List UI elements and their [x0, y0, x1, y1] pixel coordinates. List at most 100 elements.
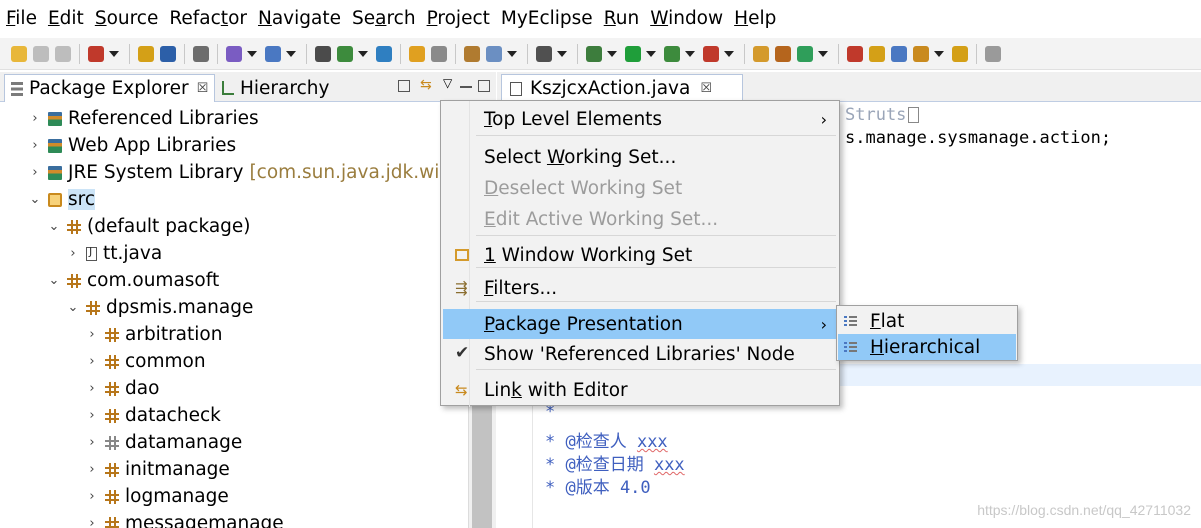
toolbar-button-icon[interactable] [664, 45, 680, 62]
tree-item[interactable]: › messagemanage [85, 510, 284, 528]
tree-item[interactable]: › datacheck [85, 402, 220, 429]
expand-chevron-icon[interactable]: › [85, 354, 99, 369]
link-with-editor-icon[interactable]: ⇆ [420, 77, 432, 93]
menu-run[interactable]: Run [598, 0, 644, 38]
tree-item[interactable]: › JRE System Library [com.sun.java.jdk.win… [28, 159, 468, 186]
menu-file[interactable]: File [0, 0, 42, 38]
close-icon[interactable]: ☒ [700, 81, 712, 96]
toolbar-button-icon[interactable] [847, 45, 863, 62]
expand-chevron-icon[interactable]: › [28, 165, 42, 180]
dropdown-arrow-icon[interactable] [247, 50, 257, 57]
tree-item[interactable]: ⌄ src [28, 186, 96, 213]
tree-item[interactable]: › datamanage [85, 429, 242, 456]
tree-item[interactable]: › tt.java [66, 240, 162, 267]
menu-search[interactable]: Search [346, 0, 421, 38]
submenu-item-flat[interactable]: Flat [838, 308, 1016, 334]
expand-chevron-icon[interactable]: › [28, 111, 42, 126]
maximize-icon[interactable] [478, 80, 490, 92]
tree-item[interactable]: › common [85, 348, 205, 375]
dropdown-arrow-icon[interactable] [646, 50, 656, 57]
toolbar-button-icon[interactable] [226, 45, 242, 62]
tab-kszjcxaction-java[interactable]: KszjcxAction.java ☒ [501, 74, 743, 102]
submenu-item-hierarchical[interactable]: Hierarchical [838, 334, 1016, 360]
toolbar-button-icon[interactable] [265, 45, 281, 62]
toolbar-button-icon[interactable] [55, 45, 71, 62]
toolbar-button-icon[interactable] [193, 45, 209, 62]
expand-chevron-icon[interactable]: › [85, 408, 99, 423]
toolbar-button-icon[interactable] [753, 45, 769, 62]
toolbar-button-icon[interactable] [775, 45, 791, 62]
expand-chevron-icon[interactable]: › [85, 381, 99, 396]
dropdown-arrow-icon[interactable] [934, 50, 944, 57]
toolbar-button-icon[interactable] [797, 45, 813, 62]
collapse-all-icon[interactable] [398, 80, 410, 92]
menu-myeclipse[interactable]: MyEclipse [495, 0, 598, 38]
toolbar-button-icon[interactable] [985, 45, 1001, 62]
tree-item[interactable]: ⌄ com.oumasoft [47, 267, 220, 294]
scrollbar-thumb[interactable] [472, 403, 492, 528]
toolbar-button-icon[interactable] [891, 45, 907, 62]
dropdown-arrow-icon[interactable] [286, 50, 296, 57]
toolbar-button-icon[interactable] [337, 45, 353, 62]
tree-item[interactable]: ⌄ (default package) [47, 213, 251, 240]
menu-help[interactable]: Help [728, 0, 781, 38]
menu-window[interactable]: Window [644, 0, 728, 38]
toolbar-button-icon[interactable] [486, 45, 502, 62]
expand-chevron-icon[interactable]: › [85, 435, 99, 450]
menu-item-show-ref-libs[interactable]: ✔ Show 'Referenced Libraries' Node [443, 340, 837, 368]
expand-chevron-icon[interactable]: › [66, 246, 80, 261]
menu-refactor[interactable]: Refactor [163, 0, 252, 38]
tab-hierarchy[interactable]: Hierarchy [216, 74, 335, 102]
toolbar-button-icon[interactable] [88, 45, 104, 62]
menu-project[interactable]: Project [421, 0, 495, 38]
menu-item-window-ws[interactable]: 1 Window Working Set [443, 241, 837, 269]
menu-item-filters[interactable]: ⇶ Filters... [443, 274, 837, 302]
toolbar-button-icon[interactable] [409, 45, 425, 62]
menu-item-select-ws[interactable]: Select Working Set... [443, 143, 837, 171]
toolbar-button-icon[interactable] [625, 45, 641, 62]
dropdown-arrow-icon[interactable] [109, 50, 119, 57]
collapse-chevron-icon[interactable]: ⌄ [28, 192, 42, 207]
dropdown-arrow-icon[interactable] [607, 50, 617, 57]
expand-chevron-icon[interactable]: › [85, 516, 99, 528]
toolbar-button-icon[interactable] [315, 45, 331, 62]
menu-source[interactable]: Source [89, 0, 164, 38]
view-menu-icon[interactable]: ▽ [443, 76, 455, 90]
collapse-chevron-icon[interactable]: ⌄ [66, 300, 80, 315]
dropdown-arrow-icon[interactable] [685, 50, 695, 57]
minimize-icon[interactable] [460, 86, 472, 88]
toolbar-button-icon[interactable] [160, 45, 176, 62]
toolbar-button-icon[interactable] [138, 45, 154, 62]
collapse-chevron-icon[interactable]: ⌄ [47, 273, 61, 288]
toolbar-button-icon[interactable] [536, 45, 552, 62]
tree-item[interactable]: ⌄ dpsmis.manage [66, 294, 254, 321]
close-icon[interactable]: ☒ [197, 81, 209, 96]
tree-item[interactable]: › Referenced Libraries [28, 105, 258, 132]
expand-chevron-icon[interactable]: › [85, 327, 99, 342]
tree-item[interactable]: › initmanage [85, 456, 229, 483]
toolbar-button-icon[interactable] [464, 45, 480, 62]
expand-chevron-icon[interactable]: › [85, 489, 99, 504]
expand-chevron-icon[interactable]: › [85, 462, 99, 477]
toolbar-button-icon[interactable] [11, 45, 27, 62]
dropdown-arrow-icon[interactable] [557, 50, 567, 57]
menu-navigate[interactable]: Navigate [252, 0, 346, 38]
collapse-chevron-icon[interactable]: ⌄ [47, 219, 61, 234]
dropdown-arrow-icon[interactable] [724, 50, 734, 57]
toolbar-button-icon[interactable] [431, 45, 447, 62]
dropdown-arrow-icon[interactable] [507, 50, 517, 57]
menu-item-pkg-presentation[interactable]: Package Presentation › [443, 309, 837, 339]
tree-item[interactable]: › arbitration [85, 321, 222, 348]
toolbar-button-icon[interactable] [703, 45, 719, 62]
tree-item[interactable]: › Web App Libraries [28, 132, 236, 159]
tree-item[interactable]: › dao [85, 375, 159, 402]
menu-item-top-level[interactable]: Top Level Elements › [443, 105, 837, 133]
toolbar-button-icon[interactable] [586, 45, 602, 62]
toolbar-button-icon[interactable] [913, 45, 929, 62]
toolbar-button-icon[interactable] [952, 45, 968, 62]
toolbar-button-icon[interactable] [869, 45, 885, 62]
toolbar-button-icon[interactable] [376, 45, 392, 62]
toolbar-button-icon[interactable] [33, 45, 49, 62]
dropdown-arrow-icon[interactable] [818, 50, 828, 57]
menu-edit[interactable]: Edit [42, 0, 89, 38]
